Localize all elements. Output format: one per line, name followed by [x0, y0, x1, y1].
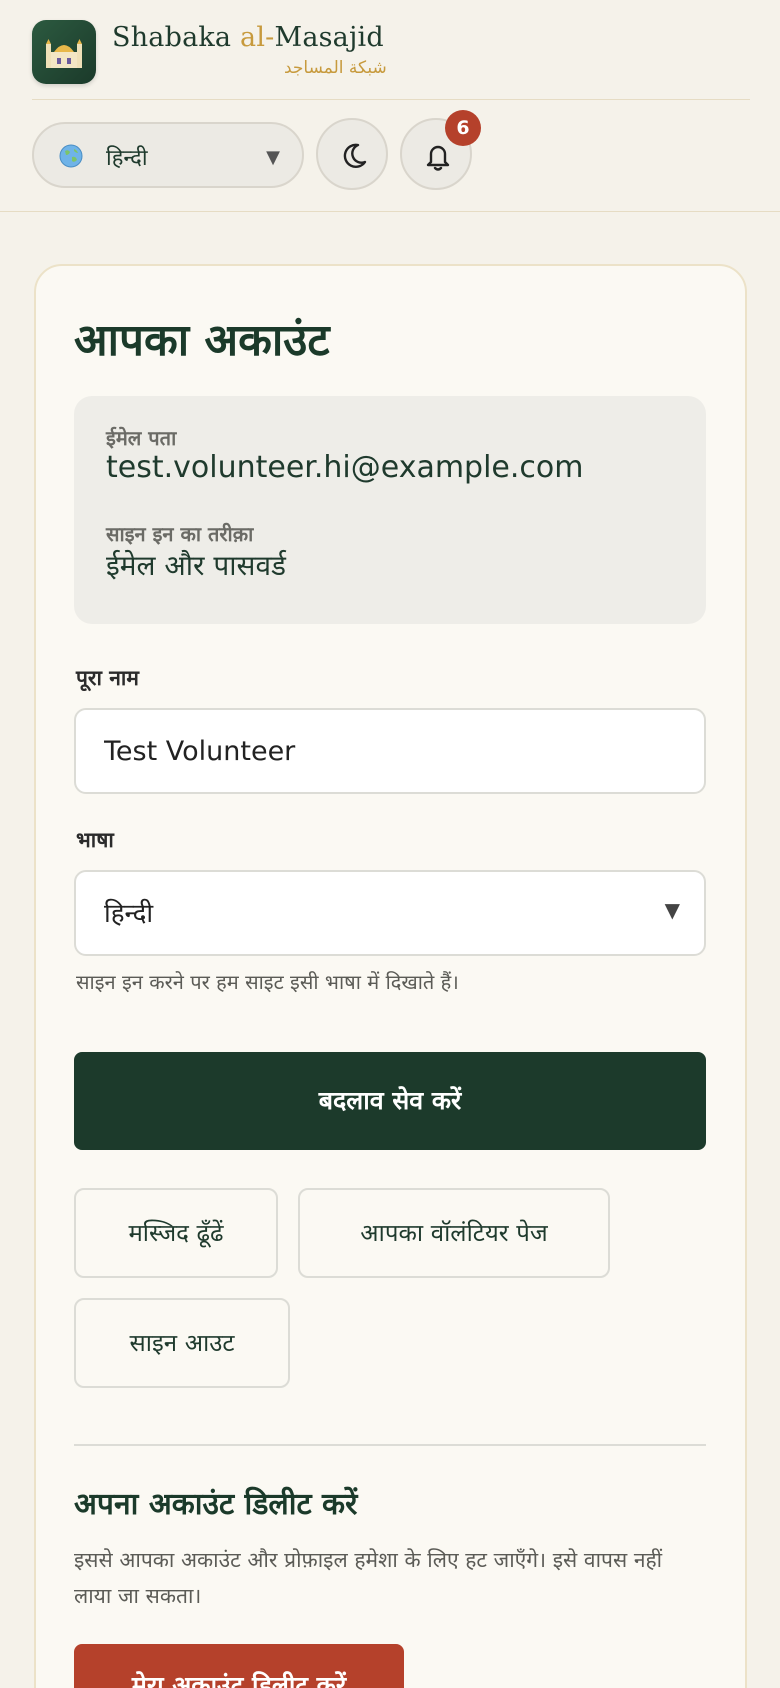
page-title: आपका अकाउंट [74, 315, 330, 366]
signin-method-label: साइन इन का तरीक़ा [106, 522, 254, 546]
account-info-box: ईमेल पता test.volunteer.hi@example.com स… [74, 396, 706, 624]
delete-account-button[interactable]: मेरा अकाउंट डिलीट करें [74, 1644, 404, 1688]
save-changes-button[interactable]: बदलाव सेव करें [74, 1052, 706, 1150]
language-selector[interactable]: हिन्दी ▼ [32, 122, 304, 188]
chevron-down-icon: ▼ [266, 147, 280, 168]
delete-account-description: इससे आपका अकाउंट और प्रोफ़ाइल हमेशा के ल… [74, 1548, 663, 1608]
language-select[interactable]: हिन्दी ▼ [74, 870, 706, 956]
header-controls: हिन्दी ▼ 6 [0, 100, 780, 212]
sign-out-button[interactable]: साइन आउट [74, 1298, 290, 1388]
email-value: test.volunteer.hi@example.com [106, 450, 584, 485]
find-mosque-button[interactable]: मस्जिद ढूँढें [74, 1188, 278, 1278]
email-label: ईमेल पता [106, 426, 177, 450]
language-help-text: साइन इन करने पर हम साइट इसी भाषा में दिख… [76, 970, 459, 994]
language-select-value: हिन्दी [104, 899, 154, 929]
notification-count-badge: 6 [445, 110, 481, 146]
divider [74, 1444, 706, 1446]
brand-name[interactable]: Shabaka al-Masajid [112, 22, 384, 53]
account-card: आपका अकाउंट ईमेल पता test.volunteer.hi@e… [34, 264, 747, 1688]
delete-account-title: अपना अकाउंट डिलीट करें [74, 1487, 358, 1522]
full-name-input[interactable] [74, 708, 706, 794]
full-name-label: पूरा नाम [76, 666, 139, 690]
chevron-down-icon: ▼ [664, 898, 680, 922]
language-field-label: भाषा [76, 828, 114, 852]
brand-arabic-name: شبكة المساجد [284, 58, 387, 78]
language-selector-label: हिन्दी [106, 146, 148, 171]
header-brand: Shabaka al-Masajid شبكة المساجد [32, 20, 750, 100]
signin-method-value: ईमेल और पासवर्ड [106, 549, 287, 582]
theme-toggle-button[interactable] [316, 118, 388, 190]
volunteer-page-button[interactable]: आपका वॉलंटियर पेज [298, 1188, 610, 1278]
mosque-icon[interactable] [32, 20, 96, 84]
globe-icon [58, 143, 84, 173]
